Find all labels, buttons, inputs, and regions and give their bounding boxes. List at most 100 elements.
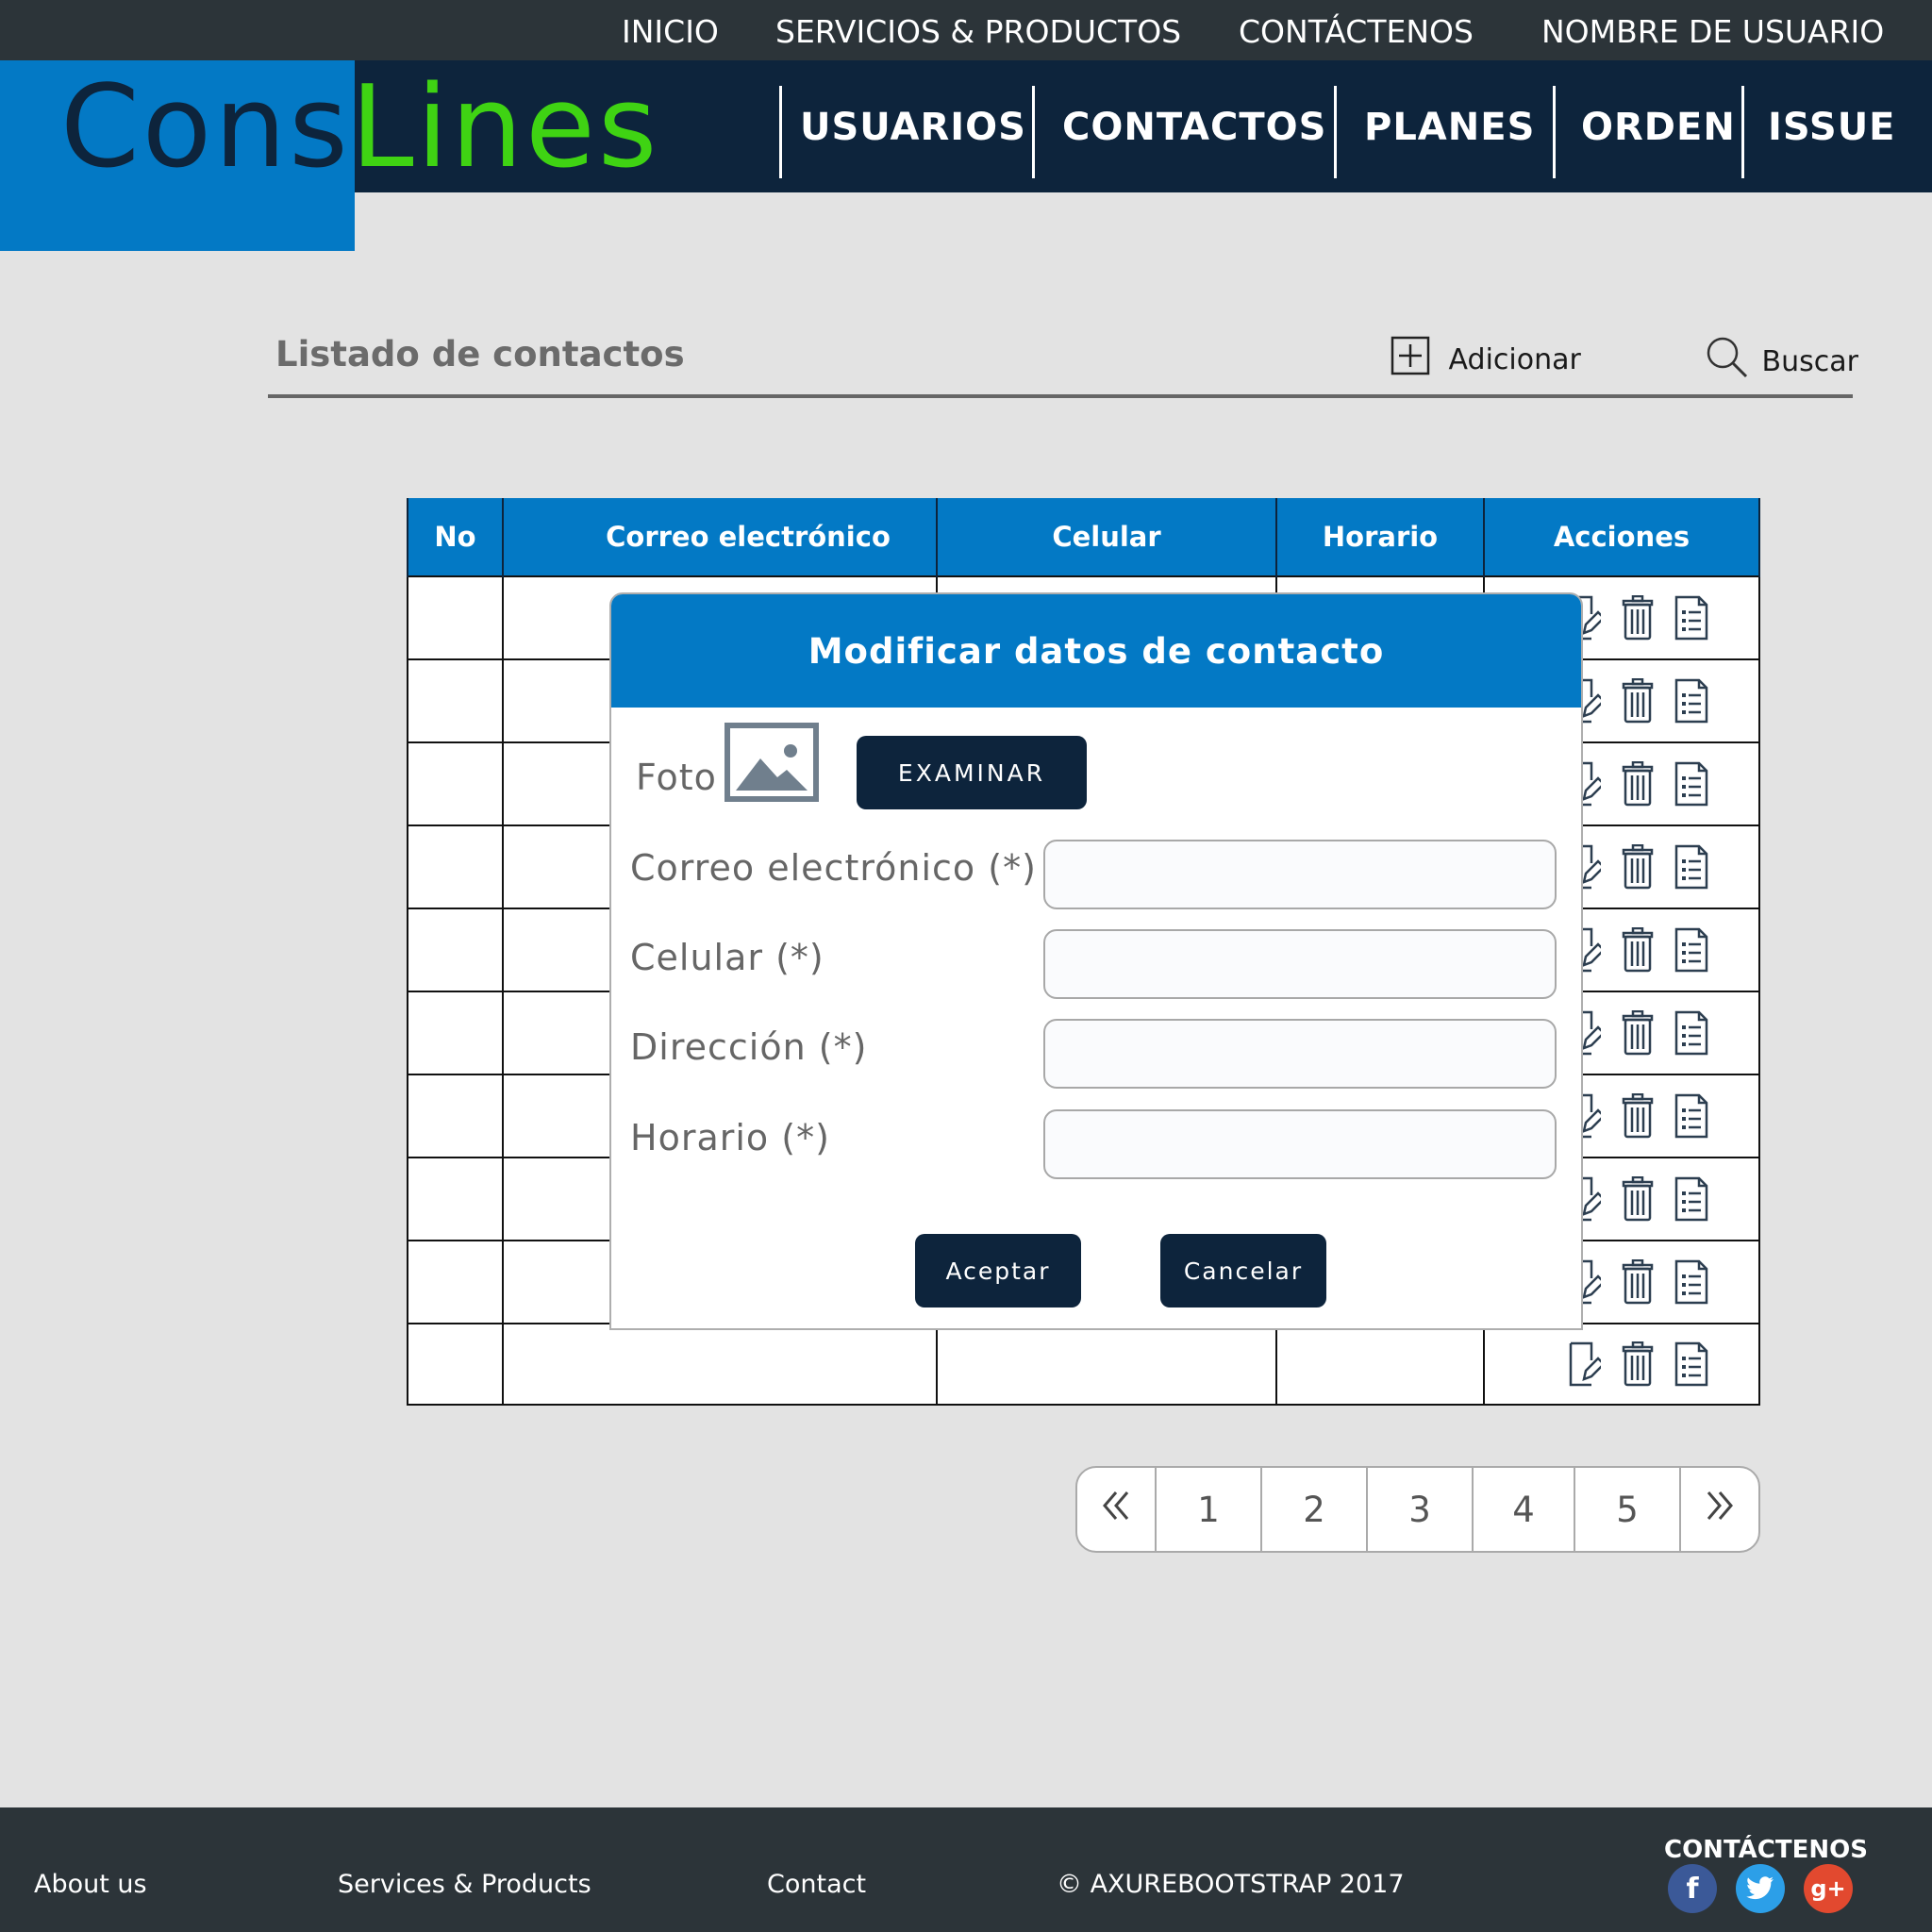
pagination-prev[interactable]	[1077, 1468, 1157, 1551]
dialog-title: Modificar datos de contacto	[808, 630, 1385, 672]
copyright: © AXUREBOOTSTRAP 2017	[1057, 1870, 1405, 1899]
cell-schedule	[1275, 1323, 1485, 1406]
details-list-icon[interactable]	[1674, 927, 1708, 973]
footer: About us Services & Products Contact © A…	[0, 1807, 1932, 1932]
table-header-row: No Correo electrónico Celular Horario Ac…	[407, 498, 1760, 576]
details-list-icon[interactable]	[1674, 1259, 1708, 1305]
pagination-next[interactable]	[1681, 1468, 1758, 1551]
search-icon	[1706, 336, 1749, 387]
top-link-servicios-productos[interactable]: SERVICIOS & PRODUCTOS	[775, 13, 1181, 50]
schedule-field[interactable]	[1043, 1109, 1557, 1179]
top-link-username[interactable]: NOMBRE DE USUARIO	[1541, 13, 1884, 50]
photo-label: Foto	[636, 757, 717, 798]
column-header-cellphone[interactable]: Celular	[936, 498, 1277, 576]
cell-no	[407, 741, 504, 826]
details-list-icon[interactable]	[1674, 1010, 1708, 1056]
details-list-icon[interactable]	[1674, 844, 1708, 890]
cellphone-label: Celular (*)	[630, 937, 824, 978]
trash-icon[interactable]	[1622, 844, 1654, 890]
edit-icon[interactable]	[1569, 1341, 1601, 1387]
trash-icon[interactable]	[1622, 1341, 1654, 1387]
trash-icon[interactable]	[1622, 678, 1654, 724]
page-title: Listado de contactos	[275, 334, 685, 375]
title-divider	[268, 394, 1853, 398]
browse-button[interactable]: EXAMINAR	[857, 736, 1087, 809]
details-list-icon[interactable]	[1674, 1176, 1708, 1222]
logo-text-cons: Cons	[60, 62, 351, 193]
nav-item-planes[interactable]: PLANES	[1364, 106, 1535, 149]
add-label: Adicionar	[1448, 342, 1581, 376]
footer-link-about[interactable]: About us	[34, 1870, 147, 1899]
cell-no	[407, 908, 504, 992]
cell-no	[407, 658, 504, 743]
cellphone-field[interactable]	[1043, 929, 1557, 999]
details-list-icon[interactable]	[1674, 1341, 1708, 1387]
footer-link-contact[interactable]: Contact	[767, 1870, 866, 1899]
details-list-icon[interactable]	[1674, 1093, 1708, 1139]
top-link-inicio[interactable]: INICIO	[622, 13, 719, 50]
double-chevron-left-icon	[1099, 1489, 1133, 1531]
pagination-page-1[interactable]: 1	[1157, 1468, 1262, 1551]
address-field[interactable]	[1043, 1019, 1557, 1089]
cell-actions	[1483, 1323, 1760, 1406]
pagination-page-3[interactable]: 3	[1368, 1468, 1474, 1551]
twitter-icon[interactable]	[1736, 1864, 1785, 1913]
footer-link-services[interactable]: Services & Products	[338, 1870, 591, 1899]
cancel-button[interactable]: Cancelar	[1160, 1234, 1326, 1307]
cell-no	[407, 1074, 504, 1158]
nav-item-issue[interactable]: ISSUE	[1768, 106, 1896, 149]
nav-separator	[779, 86, 782, 178]
column-header-actions: Acciones	[1483, 498, 1760, 576]
add-button[interactable]: Adicionar	[1391, 336, 1581, 383]
nav-separator	[1553, 86, 1556, 178]
nav-item-orden[interactable]: ORDEN	[1581, 106, 1736, 149]
trash-icon[interactable]	[1622, 1093, 1654, 1139]
cell-no	[407, 1240, 504, 1324]
edit-contact-dialog: Modificar datos de contacto Foto EXAMINA…	[609, 592, 1583, 1330]
cell-no	[407, 991, 504, 1075]
logo[interactable]: ConsLines	[60, 62, 659, 194]
trash-icon[interactable]	[1622, 1010, 1654, 1056]
nav-separator	[1741, 86, 1744, 178]
dialog-header: Modificar datos de contacto	[611, 594, 1581, 708]
top-link-contactenos[interactable]: CONTÁCTENOS	[1239, 13, 1474, 50]
address-label: Dirección (*)	[630, 1026, 868, 1068]
details-list-icon[interactable]	[1674, 678, 1708, 724]
trash-icon[interactable]	[1622, 595, 1654, 641]
nav-item-usuarios[interactable]: USUARIOS	[800, 106, 1026, 149]
pagination-page-2[interactable]: 2	[1262, 1468, 1368, 1551]
cell-email	[502, 1323, 938, 1406]
plus-box-icon	[1391, 336, 1430, 383]
pagination-page-5[interactable]: 5	[1575, 1468, 1681, 1551]
email-field[interactable]	[1043, 840, 1557, 909]
nav-separator	[1334, 86, 1337, 178]
table-row[interactable]	[407, 1323, 1760, 1406]
footer-contact-heading: CONTÁCTENOS	[1664, 1836, 1868, 1864]
cell-no	[407, 1323, 504, 1406]
accept-button[interactable]: Aceptar	[915, 1234, 1081, 1307]
pagination-page-4[interactable]: 4	[1474, 1468, 1575, 1551]
search-button[interactable]: Buscar	[1706, 336, 1858, 387]
details-list-icon[interactable]	[1674, 595, 1708, 641]
facebook-icon[interactable]: f	[1668, 1864, 1717, 1913]
top-bar: INICIO SERVICIOS & PRODUCTOS CONTÁCTENOS…	[0, 0, 1932, 60]
logo-text-lines: Lines	[350, 62, 660, 193]
google-plus-icon[interactable]: g+	[1804, 1864, 1853, 1913]
nav-separator	[1032, 86, 1035, 178]
column-header-no[interactable]: No	[407, 498, 504, 576]
image-placeholder-icon[interactable]	[724, 723, 819, 802]
trash-icon[interactable]	[1622, 927, 1654, 973]
pagination: 1 2 3 4 5	[1075, 1466, 1760, 1553]
trash-icon[interactable]	[1622, 761, 1654, 807]
cell-no	[407, 824, 504, 909]
cell-no	[407, 575, 504, 660]
schedule-label: Horario (*)	[630, 1117, 830, 1158]
details-list-icon[interactable]	[1674, 761, 1708, 807]
nav-item-contactos[interactable]: CONTACTOS	[1062, 106, 1326, 149]
trash-icon[interactable]	[1622, 1176, 1654, 1222]
column-header-schedule[interactable]: Horario	[1275, 498, 1485, 576]
search-label: Buscar	[1761, 344, 1858, 378]
trash-icon[interactable]	[1622, 1259, 1654, 1305]
column-header-email[interactable]: Correo electrónico	[502, 498, 938, 576]
cell-no	[407, 1157, 504, 1241]
